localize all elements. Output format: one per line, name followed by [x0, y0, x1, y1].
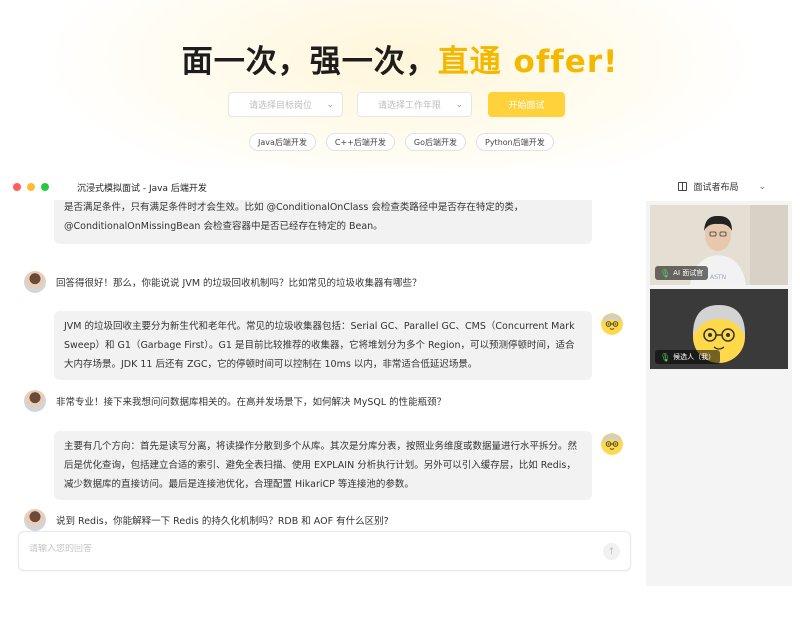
tag-cpp[interactable]: C++后端开发	[325, 133, 395, 151]
svg-text:ASTN: ASTN	[710, 274, 726, 281]
headline-accent: 直通 offer!	[437, 44, 619, 80]
interview-window: 沉浸式模拟面试 - Java 后端开发 面试者布局 ⌄ 是否满足条件，只有满足条…	[9, 174, 800, 586]
candidate-avatar	[601, 433, 623, 455]
message-text: 说到 Redis，你能解释一下 Redis 的持久化机制吗？RDB 和 AOF …	[56, 516, 389, 527]
role-tags: Java后端开发 C++后端开发 Go后端开发 Python后端开发	[249, 133, 554, 151]
chevron-down-icon: ⌄	[326, 99, 334, 110]
years-select[interactable]: 请选择工作年限 ⌄	[357, 92, 472, 117]
window-controls	[13, 183, 49, 191]
candidate-message: 主要有几个方向：首先是读写分离，将读操作分散到多个从库。其次是分库分表，按照业务…	[54, 431, 592, 500]
layout-icon	[678, 182, 688, 191]
message-text: 非常专业！接下来我想问问数据库相关的。在高并发场景下，如何解决 MySQL 的性…	[56, 397, 447, 408]
interviewer-avatar	[24, 390, 46, 412]
hero-section: 面一次，强一次，直通 offer! 请选择目标岗位 ⌄ 请选择工作年限 ⌄ 开始…	[0, 0, 800, 168]
chevron-down-icon: ⌄	[758, 181, 766, 192]
interviewer-message: 非常专业！接下来我想问问数据库相关的。在高并发场景下，如何解决 MySQL 的性…	[24, 390, 446, 412]
interviewer-message: 说到 Redis，你能解释一下 Redis 的持久化机制吗？RDB 和 AOF …	[24, 509, 389, 531]
message-text: 回答得很好！那么，你能说说 JVM 的垃圾回收机制吗？比如常见的垃圾收集器有哪些…	[56, 278, 422, 289]
headline-main: 面一次，强一次，	[181, 44, 438, 80]
microphone-icon: 🎙	[660, 352, 671, 362]
close-dot[interactable]	[13, 183, 21, 191]
candidate-label-text: 候选人（我）	[673, 353, 716, 361]
chevron-down-icon: ⌄	[455, 99, 463, 110]
candidate-avatar	[601, 313, 623, 335]
interviewer-message: 回答得很好！那么，你能说说 JVM 的垃圾回收机制吗？比如常见的垃圾收集器有哪些…	[24, 271, 422, 293]
tag-java[interactable]: Java后端开发	[249, 133, 316, 151]
message-text: 是否满足条件，只有满足条件时才会生效。比如 @ConditionalOnClas…	[64, 202, 524, 232]
layout-toggle[interactable]: 面试者布局 ⌄	[678, 180, 766, 193]
candidate-video-label: 🎙 候选人（我）	[655, 350, 721, 364]
window-titlebar: 沉浸式模拟面试 - Java 后端开发 面试者布局 ⌄	[9, 174, 792, 200]
maximize-dot[interactable]	[41, 183, 49, 191]
answer-input-box: ↑	[18, 531, 631, 571]
interviewer-avatar	[24, 509, 46, 531]
candidate-message: 是否满足条件，只有满足条件时才会生效。比如 @ConditionalOnClas…	[54, 200, 592, 244]
hero-headline: 面一次，强一次，直通 offer!	[0, 36, 800, 81]
interviewer-video: ASTN 🎙 AI 面试官	[650, 205, 788, 285]
years-select-placeholder: 请选择工作年限	[378, 101, 442, 111]
start-interview-button[interactable]: 开始面试	[488, 92, 565, 117]
video-panel: ASTN 🎙 AI 面试官 🎙 候选人（我）	[646, 201, 792, 586]
message-text: 主要有几个方向：首先是读写分离，将读操作分散到多个从库。其次是分库分表，按照业务…	[64, 441, 578, 490]
grandma-avatar-icon	[601, 433, 623, 455]
minimize-dot[interactable]	[27, 183, 35, 191]
send-icon[interactable]: ↑	[603, 543, 620, 560]
interviewer-label-text: AI 面试官	[673, 269, 704, 277]
candidate-message: JVM 的垃圾回收主要分为新生代和老年代。常见的垃圾收集器包括：Serial G…	[54, 311, 592, 380]
role-select[interactable]: 请选择目标岗位 ⌄	[228, 92, 343, 117]
candidate-video: 🎙 候选人（我）	[650, 289, 788, 369]
tag-go[interactable]: Go后端开发	[404, 133, 466, 151]
grandma-avatar-icon	[601, 313, 623, 335]
interviewer-avatar	[24, 271, 46, 293]
chat-area[interactable]: 是否满足条件，只有满足条件时才会生效。比如 @ConditionalOnClas…	[9, 200, 641, 586]
message-text: JVM 的垃圾回收主要分为新生代和老年代。常见的垃圾收集器包括：Serial G…	[64, 321, 575, 370]
microphone-icon: 🎙	[660, 268, 671, 278]
answer-input[interactable]	[29, 544, 589, 554]
interviewer-video-label: 🎙 AI 面试官	[655, 266, 709, 280]
layout-label: 面试者布局	[693, 183, 739, 193]
hero-controls: 请选择目标岗位 ⌄ 请选择工作年限 ⌄ 开始面试	[228, 92, 565, 117]
tag-python[interactable]: Python后端开发	[476, 133, 554, 151]
window-title: 沉浸式模拟面试 - Java 后端开发	[77, 183, 207, 194]
role-select-placeholder: 请选择目标岗位	[249, 101, 313, 111]
